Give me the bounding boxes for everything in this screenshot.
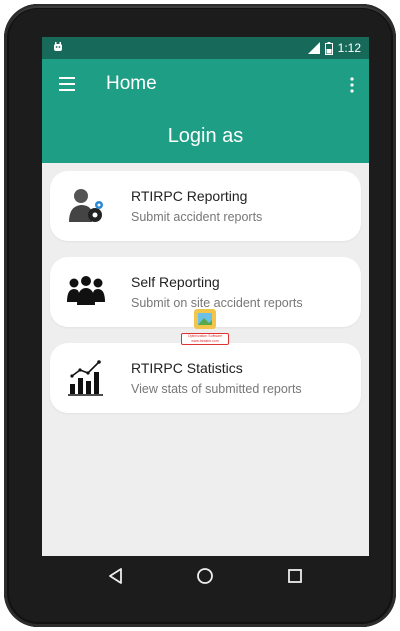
login-as-heading: Login as (167, 125, 244, 147)
system-navigation-bar (42, 556, 369, 596)
login-options-list: RTIRPC Reporting Submit accident reports… (50, 171, 361, 429)
card-subtitle: Submit accident reports (131, 210, 263, 224)
bar-chart-trend-icon (68, 360, 103, 396)
watermark-line-2: www.fanlabs.com (191, 339, 219, 343)
android-debug-icon (54, 42, 62, 51)
card-subtitle: View stats of submitted reports (131, 382, 302, 396)
card-title: RTIRPC Statistics (131, 360, 243, 376)
rtirpc-reporting-card[interactable]: RTIRPC Reporting Submit accident reports (50, 171, 361, 241)
back-triangle-icon[interactable] (106, 566, 126, 586)
app-screen: 1:12 Home Login as RTIRPC Reporting Subm… (42, 37, 369, 556)
status-bar: 1:12 (42, 37, 369, 59)
more-vertical-icon[interactable] (349, 75, 355, 95)
status-time: 1:12 (337, 41, 361, 55)
app-bar: Home Login as (42, 59, 369, 163)
status-indicators: 1:12 (307, 40, 361, 56)
home-circle-icon[interactable] (195, 566, 215, 586)
group-people-icon (67, 276, 105, 305)
signal-icon (307, 42, 320, 54)
card-title: Self Reporting (131, 274, 220, 290)
battery-icon (324, 41, 333, 55)
app-title: Home (106, 73, 157, 94)
card-title: RTIRPC Reporting (131, 188, 248, 204)
rtirpc-statistics-card[interactable]: RTIRPC Statistics View stats of submitte… (50, 343, 361, 413)
watermark-label: Optimization Software www.fanlabs.com (181, 333, 229, 345)
user-gear-icon (69, 189, 103, 222)
hamburger-menu-icon[interactable] (58, 75, 78, 93)
recent-square-icon[interactable] (285, 566, 305, 586)
